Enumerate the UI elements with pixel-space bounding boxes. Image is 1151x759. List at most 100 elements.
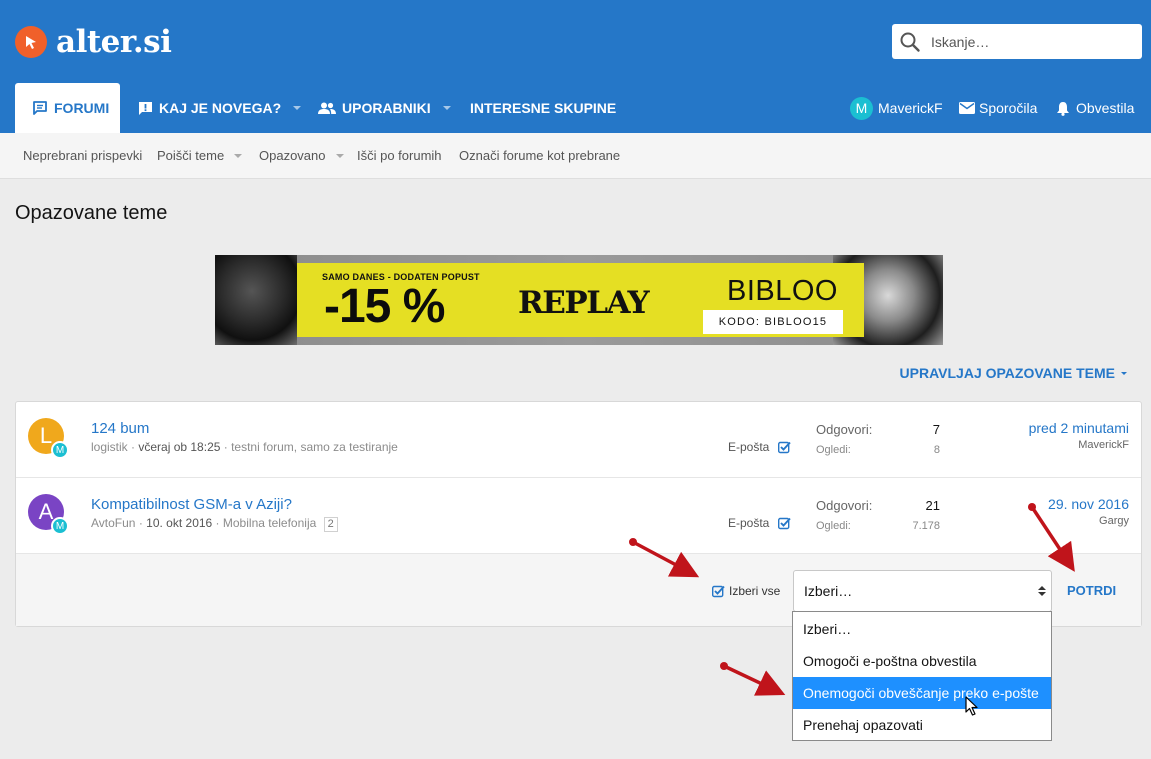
thread-author[interactable]: AvtoFun	[91, 516, 135, 530]
subnav-watched[interactable]: Opazovano	[259, 148, 344, 163]
email-label: E-pošta	[728, 516, 770, 530]
alerts-label: Obvestila	[1076, 100, 1135, 116]
messages-link[interactable]: Sporočila	[959, 83, 1037, 133]
avatar[interactable]: M	[51, 517, 69, 535]
replies-count: 21	[925, 498, 940, 513]
chevron-down-icon	[1121, 371, 1127, 375]
table-row: A M Kompatibilnost GSM-a v Aziji? AvtoFu…	[16, 478, 1141, 554]
tab-interesne-skupine-label: INTERESNE SKUPINE	[470, 100, 617, 116]
site-logo[interactable]: alter.si	[15, 24, 172, 60]
subnav-unread-posts[interactable]: Neprebrani prispevki	[23, 148, 142, 163]
logo-text: alter.si	[56, 24, 172, 60]
banner-code: KODO: BIBLOO15	[703, 310, 843, 334]
subnav-mark-read[interactable]: Označi forume kot prebrane	[459, 148, 620, 163]
ad-banner[interactable]: SAMO DANES - DODATEN POPUST -15 % REPLAY…	[215, 255, 943, 345]
thread-date[interactable]: 10. okt 2016	[146, 516, 212, 530]
cursor-logo-icon	[15, 26, 47, 58]
watched-threads-list: L M 124 bum logistik · včeraj ob 18:25 ·…	[15, 401, 1142, 627]
views-count: 7.178	[912, 520, 940, 532]
last-post-user[interactable]: MaverickF	[1078, 439, 1129, 451]
envelope-icon	[959, 102, 975, 114]
forum-icon	[32, 100, 48, 116]
thread-meta: logistik · včeraj ob 18:25 · testni foru…	[91, 440, 398, 454]
manage-watched-threads-button[interactable]: UPRAVLJAJ OPAZOVANE TEME	[900, 365, 1127, 381]
page-title: Opazovane teme	[15, 202, 168, 224]
checkbox-checked-icon[interactable]	[778, 441, 792, 454]
banner-discount: -15 %	[324, 280, 445, 333]
page-link[interactable]: 2	[323, 517, 338, 532]
views-label: Ogledi:	[816, 520, 851, 532]
subnav-label: Poišči teme	[157, 148, 225, 163]
confirm-button[interactable]: POTRDI	[1067, 583, 1116, 598]
main-nav: FORUMI KAJ JE NOVEGA? UPORABNIKI INTERES…	[0, 83, 1151, 133]
subnav-label: Išči po forumih	[357, 148, 442, 163]
tab-forumi-label: FORUMI	[54, 100, 110, 116]
banner-photo-left	[215, 255, 297, 345]
option-select[interactable]: Izberi…	[793, 613, 1051, 645]
sub-navigation: Neprebrani prispevki Poišči teme Opazova…	[0, 133, 1151, 179]
banner-brand: REPLAY	[518, 285, 650, 321]
search-box[interactable]	[892, 24, 1142, 59]
banner-shop: BIBLOO	[727, 275, 838, 307]
thread-title[interactable]: Kompatibilnost GSM-a v Aziji?	[91, 496, 292, 513]
thread-meta: AvtoFun · 10. okt 2016 · Mobilna telefon…	[91, 516, 338, 532]
action-select-value: Izberi…	[804, 583, 853, 599]
action-select[interactable]: Izberi…	[793, 570, 1052, 612]
tab-uporabniki[interactable]: UPORABNIKI	[318, 83, 451, 133]
banner-yellow-panel: SAMO DANES - DODATEN POPUST -15 % REPLAY…	[297, 263, 864, 337]
tab-forumi[interactable]: FORUMI	[15, 83, 120, 133]
option-stop-watching[interactable]: Prenehaj opazovati	[793, 709, 1051, 741]
bell-icon	[1057, 101, 1069, 116]
chevron-down-icon[interactable]	[442, 106, 451, 110]
users-icon	[318, 102, 336, 115]
replies-label: Odgovori:	[816, 498, 873, 513]
last-post-date[interactable]: pred 2 minutami	[1029, 420, 1129, 436]
table-row: L M 124 bum logistik · včeraj ob 18:25 ·…	[16, 402, 1141, 478]
manage-label: UPRAVLJAJ OPAZOVANE TEME	[899, 365, 1115, 381]
avatar[interactable]: M	[51, 441, 69, 459]
site-header: alter.si FORUMI KAJ JE NOVEGA? UPORABNIK…	[0, 0, 1151, 133]
subnav-search-forums[interactable]: Išči po forumih	[357, 148, 442, 163]
search-input[interactable]	[931, 33, 1131, 50]
thread-author[interactable]: logistik	[91, 440, 128, 454]
chevron-down-icon[interactable]	[234, 153, 243, 158]
thread-date[interactable]: včeraj ob 18:25	[138, 440, 220, 454]
mouse-cursor-icon	[965, 696, 978, 716]
replies-label: Odgovori:	[816, 422, 873, 437]
subnav-label: Označi forume kot prebrane	[459, 148, 621, 163]
tab-kaj-je-novega[interactable]: KAJ JE NOVEGA?	[138, 83, 302, 133]
option-disable-email[interactable]: Onemogoči obveščanje preko e-pošte	[793, 677, 1051, 709]
subnav-label: Neprebrani prispevki	[23, 148, 143, 163]
search-icon	[900, 32, 920, 52]
avatar: M	[850, 96, 873, 120]
views-count: 8	[933, 444, 940, 456]
tab-interesne-skupine[interactable]: INTERESNE SKUPINE	[470, 83, 616, 133]
checkbox-checked-icon[interactable]	[778, 517, 792, 530]
messages-label: Sporočila	[979, 100, 1038, 116]
email-label: E-pošta	[728, 440, 770, 454]
user-name: MaverickF	[878, 100, 943, 116]
alerts-link[interactable]: Obvestila	[1056, 83, 1134, 133]
replies-count: 7	[932, 422, 940, 437]
last-post-user[interactable]: Gargy	[1099, 515, 1129, 527]
select-all-checkbox[interactable]: Izberi vse	[712, 584, 780, 598]
thread-title[interactable]: 124 bum	[91, 420, 149, 437]
updown-arrows-icon	[1038, 586, 1046, 596]
subnav-find-threads[interactable]: Poišči teme	[157, 148, 243, 163]
subnav-label: Opazovano	[259, 148, 326, 163]
tab-kaj-je-novega-label: KAJ JE NOVEGA?	[159, 100, 282, 116]
chevron-down-icon[interactable]	[335, 153, 344, 158]
thread-forum[interactable]: testni forum, samo za testiranje	[231, 440, 398, 454]
thread-forum[interactable]: Mobilna telefonija	[223, 516, 316, 530]
email-notification: E-pošta	[728, 440, 792, 454]
chevron-down-icon[interactable]	[293, 106, 302, 110]
checkbox-checked-icon[interactable]	[712, 585, 725, 598]
tab-uporabniki-label: UPORABNIKI	[342, 100, 431, 116]
option-enable-email[interactable]: Omogoči e-poštna obvestila	[793, 645, 1051, 677]
user-menu[interactable]: M MaverickF	[850, 83, 943, 133]
email-notification: E-pošta	[728, 516, 792, 530]
new-alert-icon	[138, 101, 153, 116]
arrow-to-disable-option	[720, 662, 786, 696]
action-select-dropdown: Izberi… Omogoči e-poštna obvestila Onemo…	[792, 611, 1052, 741]
last-post-date[interactable]: 29. nov 2016	[1048, 496, 1129, 512]
